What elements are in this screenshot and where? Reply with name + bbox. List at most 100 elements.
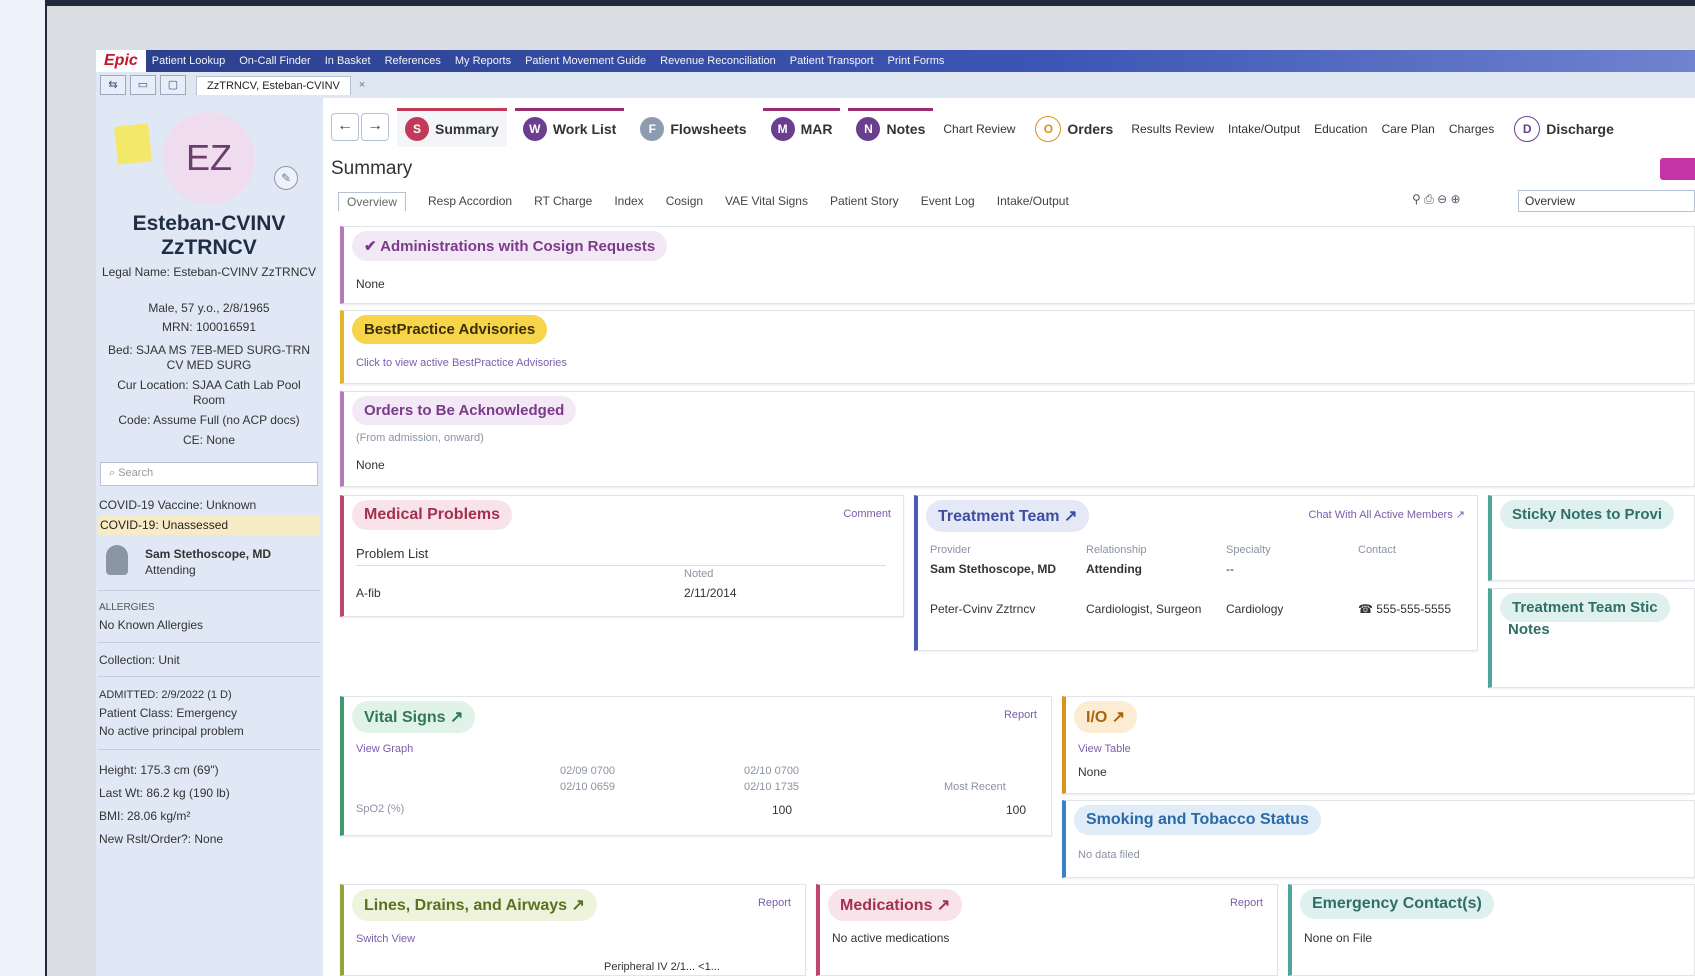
tab-notes[interactable]: N Notes <box>848 107 934 147</box>
vital-most-recent-value: 100 <box>1006 803 1027 817</box>
orders-icon: O <box>1035 115 1062 142</box>
patient-name-line1[interactable]: Esteban-CVINV <box>100 212 318 236</box>
tab-care-plan[interactable]: Care Plan <box>1377 113 1438 142</box>
sticky-note-icon[interactable] <box>114 123 152 165</box>
subtab-event-log[interactable]: Event Log <box>921 194 975 208</box>
provider-name[interactable]: Peter-Cvinv Zztrncv <box>930 602 1080 616</box>
edit-photo-icon[interactable]: ✎ <box>274 166 298 190</box>
card-title[interactable]: I/O ↗ <box>1074 701 1138 733</box>
card-title[interactable]: Smoking and Tobacco Status <box>1074 805 1321 835</box>
problem-name[interactable]: A-fib <box>356 586 381 600</box>
bpa-link[interactable]: Click to view active BestPractice Adviso… <box>356 357 567 369</box>
subtab-cosign[interactable]: Cosign <box>666 194 703 208</box>
subtab-overview[interactable]: Overview <box>338 191 407 211</box>
zoom-in-icon[interactable]: ⊕ <box>1451 192 1461 206</box>
card-title[interactable]: Treatment Team ↗ <box>926 500 1090 532</box>
card-value: None <box>356 458 385 472</box>
provider-relationship: Cardiologist, Surgeon <box>1086 602 1202 616</box>
column-header: Relationship <box>1086 544 1147 556</box>
close-tab-icon[interactable]: × <box>359 79 365 91</box>
ce-status: CE: None <box>182 433 236 447</box>
tab-education[interactable]: Education <box>1310 113 1371 142</box>
covid-status[interactable]: COVID-19: Unassessed <box>98 515 320 535</box>
switch-view-link[interactable]: Switch View <box>356 933 415 945</box>
report-link[interactable]: Report <box>1004 709 1037 721</box>
tab-summary[interactable]: S Summary <box>397 107 507 147</box>
toolbar-references[interactable]: References <box>385 55 441 67</box>
tab-orders[interactable]: O Orders <box>1027 107 1121 148</box>
card-title[interactable]: BestPractice Advisories <box>352 315 548 344</box>
home-icon[interactable]: ⇆ <box>100 75 126 95</box>
toolbar-in-basket[interactable]: In Basket <box>325 55 371 67</box>
tab-intake-output[interactable]: Intake/Output <box>1224 113 1304 142</box>
provider-contact[interactable]: ☎ 555-555-5555 <box>1358 602 1458 616</box>
height-value: Height: 175.3 cm (69") <box>99 763 219 777</box>
comment-link[interactable]: Comment <box>843 508 891 520</box>
vital-signs-card: Vital Signs ↗ Report View Graph 02/09 07… <box>340 696 1052 836</box>
sidebar-search-input[interactable]: ⌕ Search <box>100 462 318 486</box>
subtab-patient-story[interactable]: Patient Story <box>830 194 899 208</box>
line-item[interactable]: Peripheral IV 2/1... <1... <box>604 961 720 973</box>
report-link[interactable]: Report <box>1230 897 1263 909</box>
tab-chart-review[interactable]: Chart Review <box>939 113 1019 142</box>
report-link[interactable]: Report <box>758 897 791 909</box>
toolbar-patient-movement-guide[interactable]: Patient Movement Guide <box>525 55 646 67</box>
card-title[interactable]: Medical Problems <box>352 500 513 530</box>
card-title[interactable]: Lines, Drains, and Airways ↗ <box>352 889 597 921</box>
view-table-link[interactable]: View Table <box>1078 743 1131 755</box>
covid-vaccine-status: COVID-19 Vaccine: Unknown <box>99 498 257 512</box>
sticky-notes-card: Sticky Notes to Provi <box>1488 495 1695 581</box>
tab-results-review[interactable]: Results Review <box>1127 113 1218 142</box>
window-icon[interactable]: ▭ <box>130 75 156 95</box>
zoom-out-icon[interactable]: ⊖ <box>1437 192 1447 206</box>
sidebar-toggle-button[interactable] <box>1660 158 1695 180</box>
subtab-index[interactable]: Index <box>614 194 643 208</box>
subtab-vae-vital-signs[interactable]: VAE Vital Signs <box>725 194 808 208</box>
collection-value: Collection: Unit <box>99 653 180 667</box>
card-title[interactable]: Sticky Notes to Provi <box>1500 500 1675 529</box>
noted-heading: Noted <box>684 568 714 580</box>
patient-workspace-tab[interactable]: ZzTRNCV, Esteban-CVINV <box>196 75 351 95</box>
chat-all-members-link[interactable]: Chat With All Active Members ↗ <box>1308 508 1465 521</box>
column-date: 02/09 0700 <box>560 765 616 777</box>
search-icon: ⌕ <box>109 467 119 479</box>
view-graph-link[interactable]: View Graph <box>356 743 413 755</box>
card-title[interactable]: Treatment Team Stic <box>1500 593 1670 622</box>
epic-logo-button[interactable]: Epic <box>96 50 146 72</box>
card-title[interactable]: ✔ Administrations with Cosign Requests <box>352 231 668 261</box>
orders-ack-card: Orders to Be Acknowledged (From admissio… <box>340 391 1695 487</box>
allergies-value[interactable]: No Known Allergies <box>99 617 321 633</box>
toolbar-patient-lookup[interactable]: Patient Lookup <box>152 55 225 67</box>
tab-mar[interactable]: M MAR <box>762 107 841 147</box>
column-date: 02/10 1735 <box>744 781 800 793</box>
forward-arrow-icon[interactable]: → <box>361 113 389 141</box>
back-arrow-icon[interactable]: ← <box>331 113 359 141</box>
print-icon[interactable]: ⎙ <box>1424 192 1434 206</box>
card-value: No data filed <box>1078 849 1140 861</box>
toolbar-on-call-finder[interactable]: On-Call Finder <box>239 55 311 67</box>
tab-work-list[interactable]: W Work List <box>514 107 625 147</box>
subtab-intake-output[interactable]: Intake/Output <box>997 194 1069 208</box>
card-title[interactable]: Medications ↗ <box>828 889 963 921</box>
patient-avatar[interactable]: EZ <box>163 112 255 204</box>
toolbar-print-forms[interactable]: Print Forms <box>888 55 945 67</box>
tab-discharge[interactable]: D Discharge <box>1506 107 1622 148</box>
card-title[interactable]: Emergency Contact(s) <box>1300 889 1494 919</box>
patient-name-line2[interactable]: ZzTRNCV <box>100 236 318 260</box>
emergency-contacts-card: Emergency Contact(s) None on File <box>1288 884 1695 976</box>
provider-name[interactable]: Sam Stethoscope, MD <box>930 562 1056 576</box>
card-title[interactable]: Orders to Be Acknowledged <box>352 396 577 425</box>
binoculars-icon[interactable]: ⚲ <box>1412 192 1421 206</box>
report-select[interactable]: Overview <box>1518 190 1695 212</box>
chat-icon[interactable]: ▢ <box>160 75 186 95</box>
patient-bed: Bed: SJAA MS 7EB-MED SURG-TRN CV MED SUR… <box>107 343 311 372</box>
card-title[interactable]: Vital Signs ↗ <box>352 701 476 733</box>
tab-charges[interactable]: Charges <box>1445 113 1498 142</box>
tab-flowsheets[interactable]: F Flowsheets <box>632 108 754 147</box>
toolbar-revenue-reconciliation[interactable]: Revenue Reconciliation <box>660 55 776 67</box>
attending-name[interactable]: Sam Stethoscope, MD <box>145 546 320 562</box>
toolbar-my-reports[interactable]: My Reports <box>455 55 511 67</box>
subtab-resp-accordion[interactable]: Resp Accordion <box>428 194 512 208</box>
subtab-rt-charge[interactable]: RT Charge <box>534 194 592 208</box>
toolbar-patient-transport[interactable]: Patient Transport <box>790 55 874 67</box>
